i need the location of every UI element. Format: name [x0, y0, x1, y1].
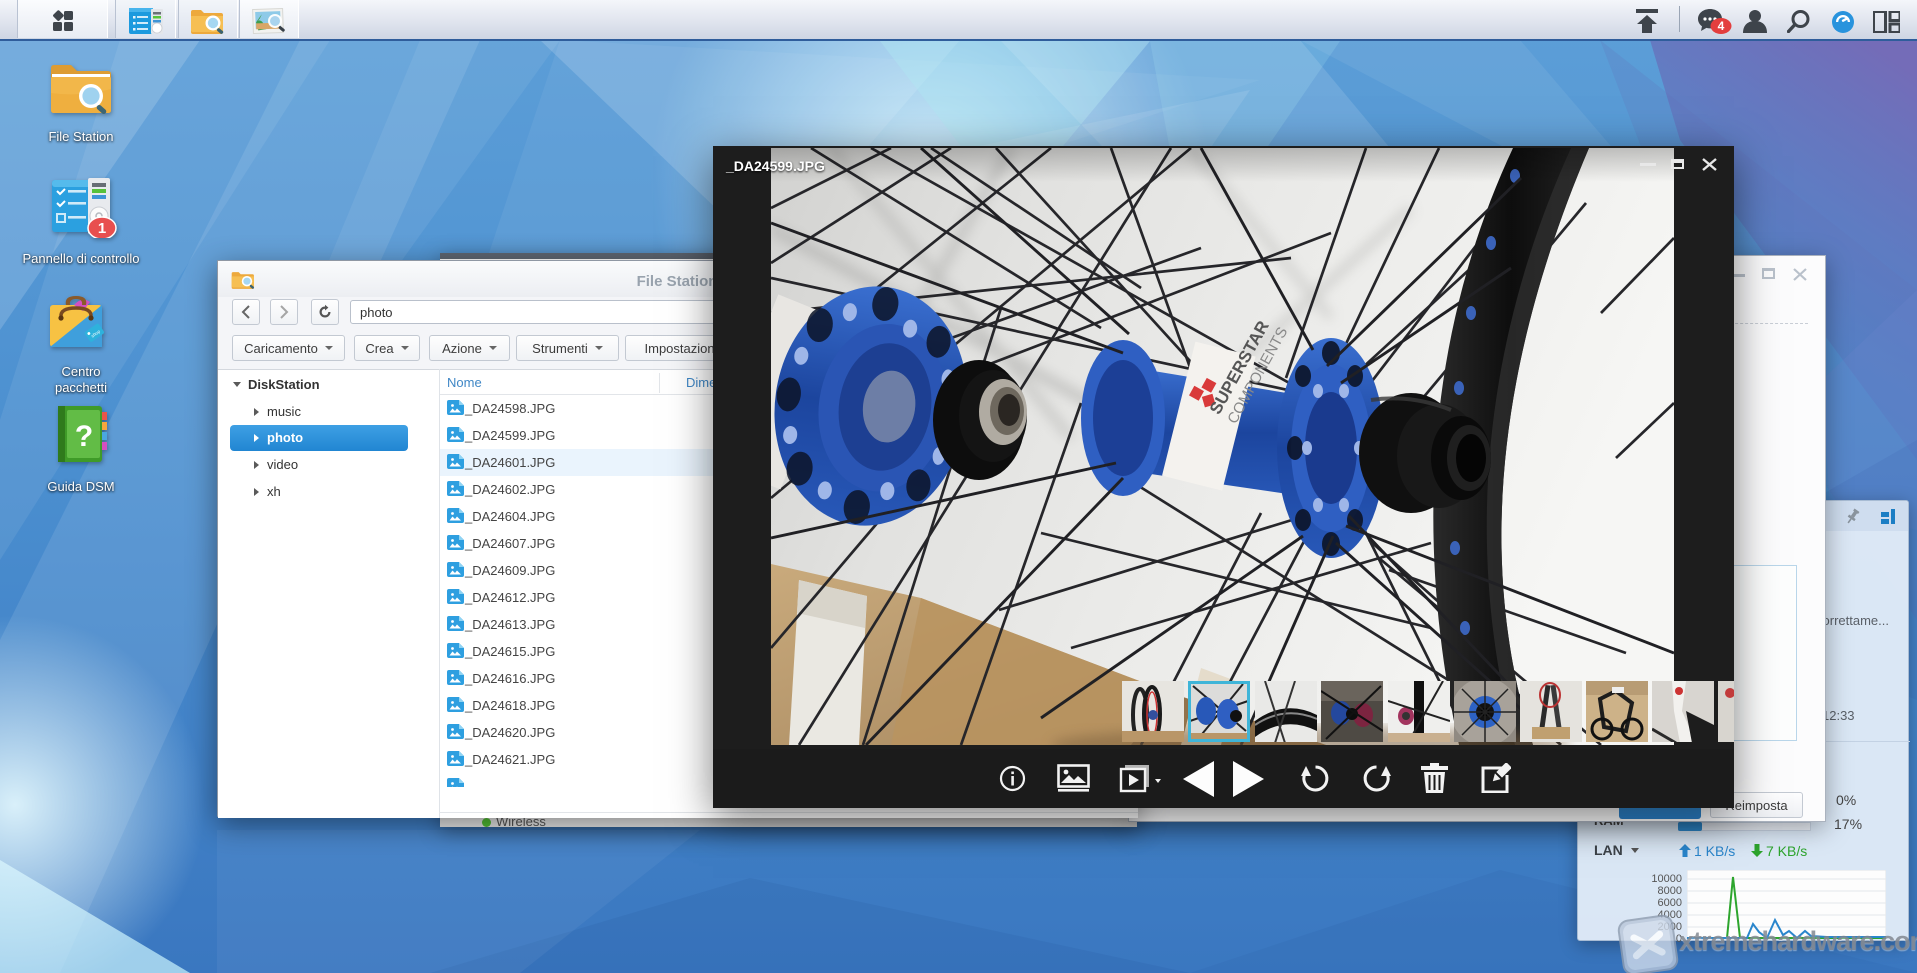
svg-text:4: 4 [1718, 19, 1725, 33]
svg-text:?: ? [75, 420, 93, 453]
svg-text:1: 1 [98, 220, 106, 237]
